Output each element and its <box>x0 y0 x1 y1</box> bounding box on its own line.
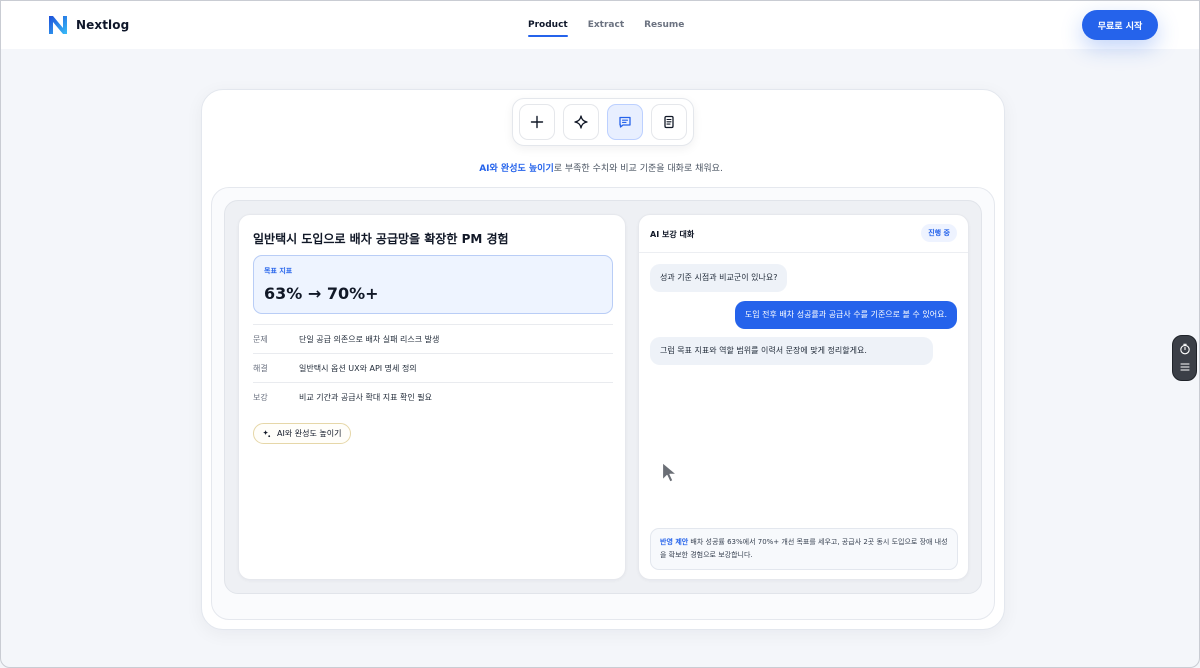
app-window: Nextlog Product Extract Resume 무료로 시작 AI… <box>0 0 1200 668</box>
chat-header: AI 보강 대화 진행 중 <box>639 215 968 253</box>
target-metric-box: 목표 지표 63% → 70%+ <box>253 255 613 314</box>
mode-toolbar <box>512 98 694 146</box>
chat-message-user: 도입 전후 배차 성공률과 공급사 수를 기준으로 볼 수 있어요. <box>734 301 957 329</box>
detail-row-solution: 해결 일반택시 옵션 UX와 API 명세 정의 <box>253 353 613 382</box>
detail-row-problem: 문제 단일 공급 의존으로 배차 실패 리스크 발생 <box>253 324 613 353</box>
detail-value: 일반택시 옵션 UX와 API 명세 정의 <box>299 363 417 373</box>
document-icon <box>664 115 674 129</box>
ai-sparkle-button[interactable] <box>563 104 599 140</box>
experience-details: 문제 단일 공급 의존으로 배차 실패 리스크 발생 해결 일반택시 옵션 UX… <box>253 324 613 411</box>
detail-key: 보강 <box>253 392 268 402</box>
start-free-button[interactable]: 무료로 시작 <box>1082 10 1158 40</box>
experience-card: 일반택시 도입으로 배차 공급망을 확장한 PM 경험 목표 지표 63% → … <box>238 214 626 580</box>
chat-icon <box>619 116 631 128</box>
suggestion-label: 반영 제안 <box>660 538 689 546</box>
suggestion-box: 반영 제안 배차 성공률 63%에서 70%+ 개선 목표를 세우고, 공급사 … <box>650 528 958 570</box>
plus-icon <box>530 115 544 129</box>
ai-improve-button[interactable]: AI와 완성도 높이기 <box>253 423 352 444</box>
tagline-text: 로 부족한 수치와 비교 기준을 대화로 채워요. <box>553 164 723 174</box>
chat-button[interactable] <box>607 104 643 140</box>
nav-resume[interactable]: Resume <box>644 1 684 49</box>
timer-icon[interactable] <box>1179 343 1191 355</box>
suggestion-text: 배차 성공률 63%에서 70%+ 개선 목표를 세우고, 공급사 2곳 동시 … <box>660 538 948 559</box>
sparkle-icon <box>262 429 271 438</box>
top-header: Nextlog Product Extract Resume 무료로 시작 <box>1 1 1199 49</box>
tagline-highlight: AI와 완성도 높이기 <box>479 164 554 174</box>
document-button[interactable] <box>651 104 687 140</box>
status-badge: 진행 중 <box>921 224 957 242</box>
chat-message-ai: 성과 기준 시점과 비교군이 있나요? <box>650 264 788 292</box>
nav-extract[interactable]: Extract <box>588 1 624 49</box>
main-nav: Product Extract Resume <box>528 1 684 49</box>
brand-name: Nextlog <box>76 18 130 32</box>
ai-chat-card: AI 보강 대화 진행 중 성과 기준 시점과 비교군이 있나요? 도입 전후 … <box>638 214 969 580</box>
metric-value: 63% → 70%+ <box>264 284 379 303</box>
floating-widget[interactable] <box>1172 335 1197 381</box>
feature-tagline: AI와 완성도 높이기로 부족한 수치와 비교 기준을 대화로 채워요. <box>1 161 1199 174</box>
brand-logo[interactable]: Nextlog <box>47 14 129 36</box>
metric-label: 목표 지표 <box>264 267 293 275</box>
sparkle-icon <box>574 115 588 129</box>
ai-improve-label: AI와 완성도 높이기 <box>277 429 342 438</box>
chat-message-ai: 그럼 목표 지표와 역할 범위를 이력서 문장에 맞게 정리할게요. <box>650 337 933 365</box>
chat-title: AI 보강 대화 <box>650 230 695 239</box>
nextlog-logo-icon <box>49 16 67 34</box>
detail-value: 비교 기간과 공급사 확대 지표 확인 필요 <box>299 392 433 402</box>
detail-key: 문제 <box>253 334 268 344</box>
list-icon[interactable] <box>1179 361 1191 373</box>
add-button[interactable] <box>519 104 555 140</box>
mouse-cursor-icon <box>661 461 678 483</box>
nav-product[interactable]: Product <box>528 1 568 49</box>
detail-value: 단일 공급 의존으로 배차 실패 리스크 발생 <box>299 334 440 344</box>
experience-title: 일반택시 도입으로 배차 공급망을 확장한 PM 경험 <box>253 232 509 246</box>
detail-key: 해결 <box>253 363 268 373</box>
detail-row-reinforce: 보강 비교 기간과 공급사 확대 지표 확인 필요 <box>253 382 613 411</box>
